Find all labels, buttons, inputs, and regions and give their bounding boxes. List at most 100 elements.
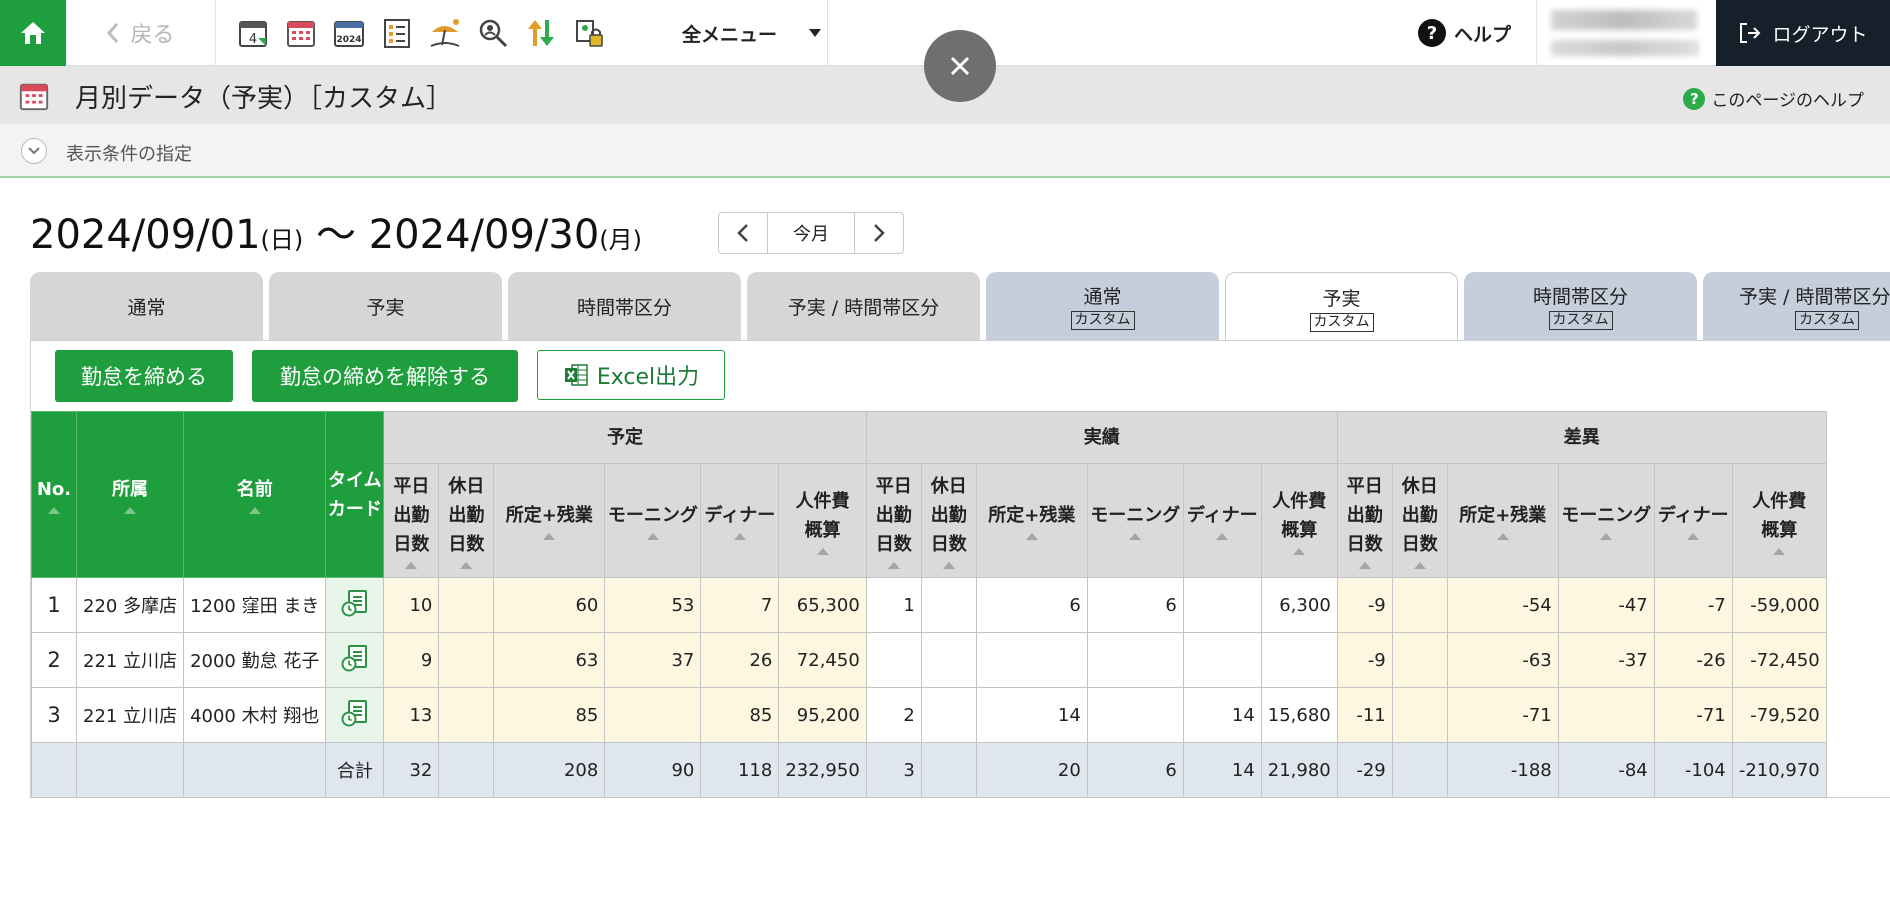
end-dow: (月) [599,226,642,254]
close-overlay-button[interactable] [924,30,996,102]
question-icon: ? [1418,19,1446,47]
table-cell: 15,680 [1260,687,1338,743]
unclose-attendance-button[interactable]: 勤怠の締めを解除する [252,350,518,402]
page-help-link[interactable]: ? このページのヘルプ [1683,86,1864,111]
col-weekday-days-diff[interactable]: 平日 出勤 日数 [1336,463,1393,578]
table-cell: 20 [975,742,1088,798]
total-label: 合計 [325,742,385,798]
timecard-button[interactable] [325,577,385,633]
table-row: 3 221 立川店 4000 木村 翔也 13 85 85 95,200 2 14 14 15,68… [31,687,1827,743]
table-cell [1260,632,1338,688]
table-cell: -84 [1557,742,1655,798]
table-row: 2 221 立川店 2000 勤怠 花子 9 63 37 26 72,450 -9 -63 -37-… [31,632,1827,688]
sort-icon [1025,533,1038,540]
col-regular-overtime-diff[interactable]: 所定+残業 [1446,463,1559,578]
view-tabs: 通常 予実 時間帯区分 予実 / 時間帯区分 通常 カスタム 予実 カスタム 時間帯… [30,272,1890,342]
table-cell: -79,520 [1731,687,1827,743]
col-labor-cost-diff[interactable]: 人件費 概算 [1731,463,1827,578]
all-menu-dropdown[interactable]: 全メニュー [676,0,828,66]
display-conditions-label: 表示条件の指定 [66,144,192,165]
col-dinner-diff[interactable]: ディナー [1653,463,1733,578]
sort-icon [124,507,137,514]
chevron-left-icon [107,23,119,43]
col-name[interactable]: 名前 [183,411,327,578]
sort-icon [1687,533,1700,540]
col-morning-diff[interactable]: モーニング [1557,463,1655,578]
help-button[interactable]: ? ヘルプ [1418,0,1511,66]
user-lock-icon[interactable] [568,12,610,54]
table-cell: 21,980 [1260,742,1338,798]
col-dept[interactable]: 所属 [75,411,185,578]
tab-normal-custom[interactable]: 通常 カスタム [986,272,1219,340]
timecard-button[interactable] [325,632,385,688]
timecard-button[interactable] [325,687,385,743]
display-conditions-bar[interactable]: 表示条件の指定 [0,124,1890,178]
col-dinner-plan[interactable]: ディナー [700,463,780,578]
row-number: 3 [31,687,77,743]
col-holiday-days-diff[interactable]: 休日 出勤 日数 [1391,463,1448,578]
tab-plan-actual-time-zone[interactable]: 予実 / 時間帯区分 [747,272,980,340]
calendar-2024-icon[interactable]: 2024 [328,12,370,54]
tab-normal[interactable]: 通常 [30,272,263,340]
back-button[interactable]: 戻る [66,0,216,66]
tab-plan-actual-time-zone-custom[interactable]: 予実 / 時間帯区分 カスタム [1703,272,1890,340]
col-weekday-days-plan[interactable]: 平日 出勤 日数 [383,463,440,578]
col-weekday-days-actual[interactable]: 平日 出勤 日数 [865,463,922,578]
vacation-icon[interactable] [424,12,466,54]
user-info[interactable] [1536,0,1716,66]
table-cell: 14 [975,687,1088,743]
row-number: 1 [31,577,77,633]
col-morning-actual[interactable]: モーニング [1086,463,1184,578]
table-cell: 3 [865,742,922,798]
row-employee-name[interactable]: 1200 窪田 まき [183,577,327,633]
table-cell: 65,300 [778,577,867,633]
row-employee-name[interactable]: 2000 勤怠 花子 [183,632,327,688]
logout-icon [1740,23,1761,43]
calendar-4-icon[interactable]: 4 [232,12,274,54]
help-circle-icon: ? [1683,87,1706,110]
calendar-grid-icon[interactable] [280,12,322,54]
tab-time-zone-custom[interactable]: 時間帯区分 カスタム [1464,272,1697,340]
col-labor-cost-actual[interactable]: 人件費 概算 [1260,463,1338,578]
tab-plan-actual-custom[interactable]: 予実 カスタム [1225,272,1458,342]
tab-label: 予実 / 時間帯区分 [787,296,940,319]
this-month-button[interactable]: 今月 [767,213,855,253]
col-labor-cost-plan[interactable]: 人件費 概算 [778,463,867,578]
table-cell: -72,450 [1731,632,1827,688]
caret-down-icon [809,29,821,37]
home-button[interactable] [0,0,66,66]
tab-time-zone[interactable]: 時間帯区分 [508,272,741,340]
page-help-label: このページのヘルプ [1711,91,1864,111]
table-cell: 9 [383,632,440,688]
excel-export-button[interactable]: Excel出力 [537,350,725,400]
col-regular-overtime-plan[interactable]: 所定+残業 [493,463,606,578]
sort-icon [1216,533,1229,540]
search-person-icon[interactable] [472,12,514,54]
chevron-down-icon[interactable] [21,138,47,164]
logout-button[interactable]: ログアウト [1716,0,1890,66]
col-holiday-days-plan[interactable]: 休日 出勤 日数 [438,463,495,578]
tab-plan-actual[interactable]: 予実 [269,272,502,340]
next-month-button[interactable] [855,213,903,253]
col-dinner-actual[interactable]: ディナー [1182,463,1262,578]
col-regular-overtime-actual[interactable]: 所定+残業 [975,463,1088,578]
sort-arrows-icon[interactable] [520,12,562,54]
table-cell: 63 [493,632,606,688]
col-holiday-days-actual[interactable]: 休日 出勤 日数 [920,463,977,578]
checklist-icon[interactable] [376,12,418,54]
close-attendance-button[interactable]: 勤怠を締める [55,350,233,402]
col-morning-plan[interactable]: モーニング [604,463,702,578]
row-employee-name[interactable]: 4000 木村 翔也 [183,687,327,743]
table-cell: 85 [493,687,606,743]
col-timecard: タイム カード [325,411,385,578]
table-cell [920,687,977,743]
col-no[interactable]: No. [31,411,77,578]
sort-icon [1773,547,1786,555]
svg-text:2024: 2024 [336,35,361,45]
sort-icon [1358,562,1371,569]
table-cell: 32 [383,742,440,798]
prev-month-button[interactable] [719,213,767,253]
table-cell [1182,577,1262,633]
sort-icon [942,562,955,569]
table-cell [438,687,495,743]
